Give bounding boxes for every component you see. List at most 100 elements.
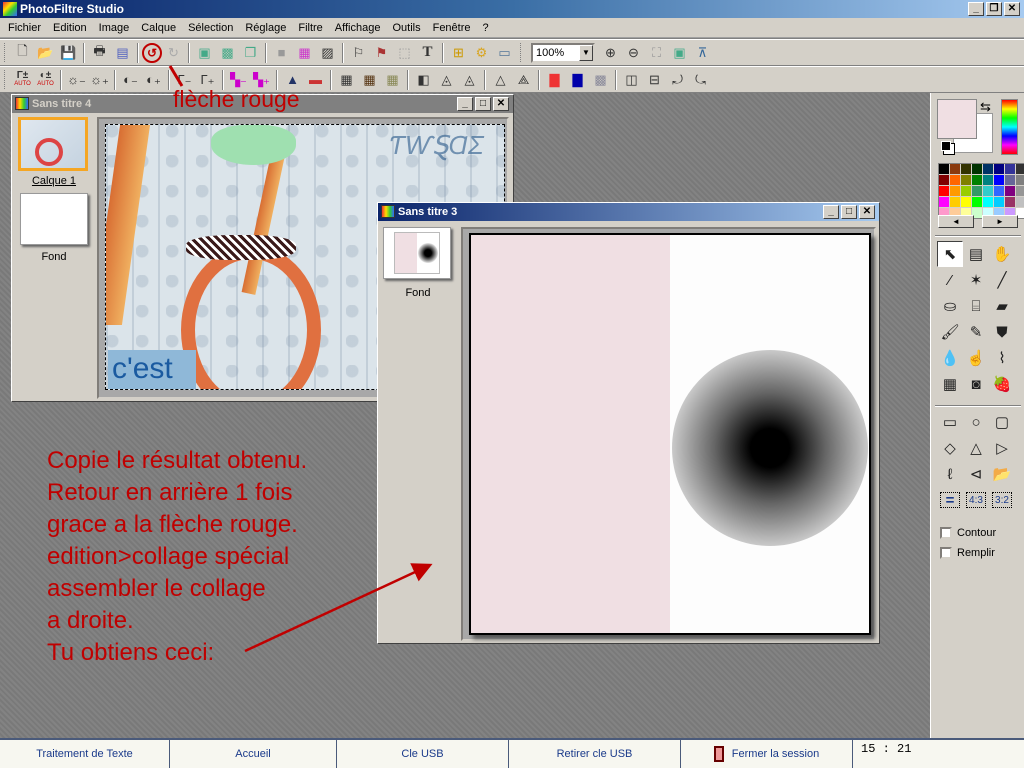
ratio-equal-icon[interactable]: = xyxy=(940,492,960,509)
menu-calque[interactable]: Calque xyxy=(135,22,182,34)
grid-brown-icon[interactable]: ▦ xyxy=(358,69,381,91)
menu-image[interactable]: Image xyxy=(93,22,136,34)
palette-swatch[interactable] xyxy=(994,175,1004,185)
rounded-rect-icon[interactable]: ▢ xyxy=(989,409,1015,435)
palette-swatch[interactable] xyxy=(994,186,1004,196)
brightness-plus-icon[interactable]: ☼₊ xyxy=(88,69,111,91)
palette-swatch[interactable] xyxy=(983,197,993,207)
palette-swatch[interactable] xyxy=(972,175,982,185)
auto-gamma-icon[interactable]: Γ± AUTO xyxy=(11,69,34,91)
palette-swatch[interactable] xyxy=(1016,197,1024,207)
contrast-minus-icon[interactable]: ◐₋ xyxy=(119,69,142,91)
deform-brush-icon[interactable]: ⌇ xyxy=(989,345,1015,371)
palette-swatch[interactable] xyxy=(1016,186,1024,196)
slideshow-icon[interactable]: ⊼ xyxy=(691,42,714,64)
open-icon[interactable]: 📂 xyxy=(34,42,57,64)
ratio-4-3-icon[interactable]: 4:3 xyxy=(966,492,986,508)
layer-item[interactable]: Fond xyxy=(383,227,453,299)
palette-swatch[interactable] xyxy=(950,164,960,174)
texture-icon[interactable]: ▩ xyxy=(589,69,612,91)
browser-icon[interactable]: ▭ xyxy=(493,42,516,64)
color-grid-icon[interactable]: ▦ xyxy=(293,42,316,64)
flip-icon[interactable]: ◫ xyxy=(620,69,643,91)
sharpen-more-icon[interactable]: ⟁ xyxy=(512,69,535,91)
menu-reglage[interactable]: Réglage xyxy=(239,22,292,34)
maximize-button[interactable]: □ xyxy=(475,97,491,111)
contour-checkbox[interactable]: Contour xyxy=(940,527,996,539)
palette-swatch[interactable] xyxy=(961,197,971,207)
blur-drop-icon[interactable]: 💧 xyxy=(937,345,963,371)
palette-swatch[interactable] xyxy=(961,164,971,174)
palette-next-button[interactable]: ► xyxy=(982,215,1018,228)
taskbar-item[interactable]: Retirer cle USB xyxy=(509,740,681,768)
palette-swatch[interactable] xyxy=(1005,186,1015,196)
taskbar-item[interactable]: Accueil xyxy=(170,740,337,768)
palette-swatch[interactable] xyxy=(972,164,982,174)
minimize-button[interactable]: _ xyxy=(457,97,473,111)
text-icon[interactable]: T xyxy=(416,42,439,64)
zoom-out-icon[interactable]: ⊖ xyxy=(622,42,645,64)
polygon-lasso-icon[interactable]: ⊲ xyxy=(963,461,989,487)
menu-selection[interactable]: Sélection xyxy=(182,22,239,34)
rotate-left-icon[interactable]: ⤾ xyxy=(666,69,689,91)
gear-icon[interactable]: ⚙ xyxy=(470,42,493,64)
swap-colors-icon[interactable]: ⇆ xyxy=(980,99,991,115)
color-balance-icon[interactable]: ▬ xyxy=(304,69,327,91)
menu-affichage[interactable]: Affichage xyxy=(329,22,387,34)
toolbar-grip[interactable] xyxy=(4,43,7,62)
eyedropper-icon[interactable]: ⁄ xyxy=(937,267,963,293)
stamp-icon[interactable]: ⛊ xyxy=(989,319,1015,345)
palette-swatch[interactable] xyxy=(972,186,982,196)
line-icon[interactable]: ╱ xyxy=(989,267,1015,293)
duplicate-icon[interactable]: ❐ xyxy=(239,42,262,64)
taskbar-item[interactable]: Cle USB xyxy=(337,740,509,768)
rectangle-icon[interactable]: ▭ xyxy=(937,409,963,435)
menu-help[interactable]: ? xyxy=(477,22,495,34)
taskbar-item[interactable]: Traitement de Texte xyxy=(0,740,170,768)
palette-swatch[interactable] xyxy=(983,175,993,185)
fit-icon[interactable]: ⛶ xyxy=(645,42,668,64)
mirror-icon[interactable]: ◧ xyxy=(412,69,435,91)
triangle-right-icon[interactable]: ▷ xyxy=(989,435,1015,461)
ellipse-icon[interactable]: ○ xyxy=(963,409,989,435)
menu-edition[interactable]: Edition xyxy=(47,22,93,34)
pointer-icon[interactable]: ⬉ xyxy=(937,241,963,267)
save-icon[interactable]: 💾 xyxy=(57,42,80,64)
palette-swatch[interactable] xyxy=(994,197,1004,207)
palette-swatch[interactable] xyxy=(939,186,949,196)
grid-dark-icon[interactable]: ▦ xyxy=(335,69,358,91)
mesh-icon[interactable]: ▦ xyxy=(937,371,963,397)
maximize-button[interactable]: □ xyxy=(841,205,857,219)
rotate-right-icon[interactable]: ⤿ xyxy=(689,69,712,91)
menu-fenetre[interactable]: Fenêtre xyxy=(427,22,477,34)
palette-swatch[interactable] xyxy=(994,164,1004,174)
selection-tool-icon[interactable]: ▤ xyxy=(963,241,989,267)
close-button[interactable]: ✕ xyxy=(859,205,875,219)
selection-icon[interactable]: ⬚ xyxy=(393,42,416,64)
spray-icon[interactable]: ⌸ xyxy=(963,293,989,319)
brush-icon[interactable]: 🖌 xyxy=(937,319,963,345)
portrait-icon[interactable]: ◙ xyxy=(963,371,989,397)
checkbox-box[interactable] xyxy=(940,527,952,539)
palette-swatch[interactable] xyxy=(972,197,982,207)
triangle-icon[interactable]: △ xyxy=(963,435,989,461)
minimize-button[interactable]: _ xyxy=(968,2,984,16)
eraser-icon[interactable]: ▰ xyxy=(989,293,1015,319)
palette-swatch[interactable] xyxy=(950,197,960,207)
menu-outils[interactable]: Outils xyxy=(386,22,426,34)
magic-wand-icon[interactable]: ✶ xyxy=(963,267,989,293)
taskbar-item-logout[interactable]: Fermer la session xyxy=(681,740,853,768)
smudge-finger-icon[interactable]: ☝ xyxy=(963,345,989,371)
minimize-button[interactable]: _ xyxy=(823,205,839,219)
new-icon[interactable]: 🗋 xyxy=(11,42,34,64)
gradient-rainbow-icon[interactable]: ▇ xyxy=(543,69,566,91)
palette-swatch[interactable] xyxy=(1016,175,1024,185)
gradient-blue-icon[interactable]: ▇ xyxy=(566,69,589,91)
document-titlebar[interactable]: Sans titre 3 _ □ ✕ xyxy=(378,203,879,221)
scan-icon[interactable]: ▤ xyxy=(111,42,134,64)
palette-swatch[interactable] xyxy=(1016,164,1024,174)
palette-swatch[interactable] xyxy=(961,186,971,196)
palette-swatch[interactable] xyxy=(950,175,960,185)
palette-swatch[interactable] xyxy=(1005,164,1015,174)
palette-swatch[interactable] xyxy=(983,164,993,174)
